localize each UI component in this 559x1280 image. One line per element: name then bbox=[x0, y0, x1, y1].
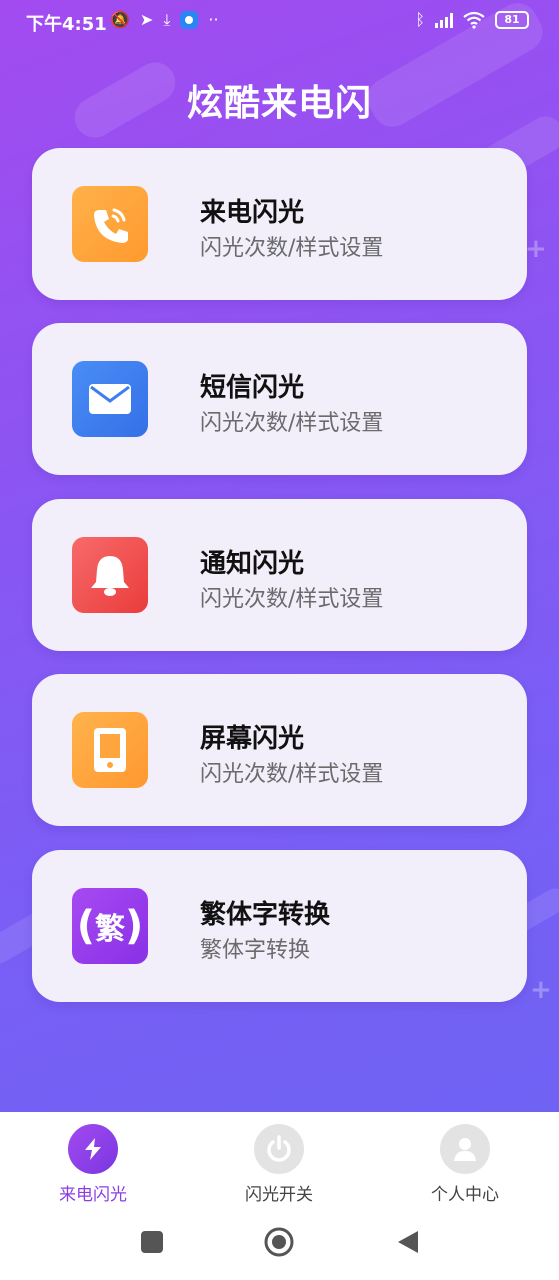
download-icon: ⤓ bbox=[163, 10, 171, 29]
nav-label: 闪光开关 bbox=[245, 1185, 313, 1205]
decor-plus: + bbox=[525, 234, 547, 264]
status-bar: 下午4:51 🔕 ➤ ⤓ ·· ᛒ 81 bbox=[0, 0, 559, 44]
signal-icon bbox=[435, 12, 453, 28]
card-title: 短信闪光 bbox=[200, 373, 305, 403]
app-notification-icon bbox=[180, 11, 199, 29]
mail-icon bbox=[72, 361, 148, 437]
card-subtitle: 闪光次数/样式设置 bbox=[200, 587, 384, 612]
system-nav-bar bbox=[0, 1210, 559, 1280]
square-icon bbox=[141, 1231, 163, 1253]
traditional-char-icon: ( 繁 ) bbox=[72, 888, 148, 964]
more-dots-icon: ·· bbox=[208, 10, 219, 29]
card-incoming-call-flash[interactable]: 来电闪光 闪光次数/样式设置 bbox=[32, 148, 527, 300]
card-notification-flash[interactable]: 通知闪光 闪光次数/样式设置 bbox=[32, 499, 527, 651]
recent-apps-button[interactable] bbox=[140, 1230, 164, 1258]
card-screen-flash[interactable]: 屏幕闪光 闪光次数/样式设置 bbox=[32, 674, 527, 826]
back-button[interactable] bbox=[396, 1229, 420, 1259]
card-title: 来电闪光 bbox=[200, 198, 305, 228]
battery-indicator: 81 bbox=[495, 11, 529, 29]
nav-tab-flash-switch[interactable]: 闪光开关 bbox=[209, 1124, 349, 1205]
bottom-nav: 来电闪光 闪光开关 个人中心 bbox=[0, 1112, 559, 1210]
card-subtitle: 繁体字转换 bbox=[200, 938, 311, 963]
card-subtitle: 闪光次数/样式设置 bbox=[200, 411, 384, 436]
nav-label: 个人中心 bbox=[431, 1185, 499, 1205]
decor-plus: + bbox=[530, 975, 552, 1005]
home-button[interactable] bbox=[264, 1227, 294, 1261]
traditional-char-glyph: 繁 bbox=[95, 912, 125, 947]
card-subtitle: 闪光次数/样式设置 bbox=[200, 236, 384, 261]
wifi-icon bbox=[463, 11, 485, 29]
card-subtitle: 闪光次数/样式设置 bbox=[200, 762, 384, 787]
send-icon: ➤ bbox=[139, 10, 154, 29]
nav-tab-call-flash[interactable]: 来电闪光 bbox=[23, 1124, 163, 1205]
card-title: 屏幕闪光 bbox=[200, 724, 305, 754]
power-icon bbox=[254, 1124, 304, 1174]
nav-label: 来电闪光 bbox=[59, 1185, 127, 1205]
card-title: 通知闪光 bbox=[200, 549, 305, 579]
user-icon bbox=[440, 1124, 490, 1174]
back-triangle-icon bbox=[398, 1231, 418, 1253]
card-traditional-chinese[interactable]: ( 繁 ) 繁体字转换 繁体字转换 bbox=[32, 850, 527, 1002]
phone-screen-icon bbox=[72, 712, 148, 788]
bluetooth-icon: ᛒ bbox=[415, 10, 425, 29]
card-title: 繁体字转换 bbox=[200, 900, 331, 930]
lightning-icon bbox=[68, 1124, 118, 1174]
status-time: 下午4:51 bbox=[26, 14, 107, 35]
card-sms-flash[interactable]: 短信闪光 闪光次数/样式设置 bbox=[32, 323, 527, 475]
nav-tab-profile[interactable]: 个人中心 bbox=[395, 1124, 535, 1205]
phone-ringing-icon bbox=[72, 186, 148, 262]
mute-icon: 🔕 bbox=[110, 10, 130, 29]
home-circle-icon bbox=[264, 1227, 294, 1257]
page-title: 炫酷来电闪 bbox=[186, 83, 372, 124]
bell-icon bbox=[72, 537, 148, 613]
